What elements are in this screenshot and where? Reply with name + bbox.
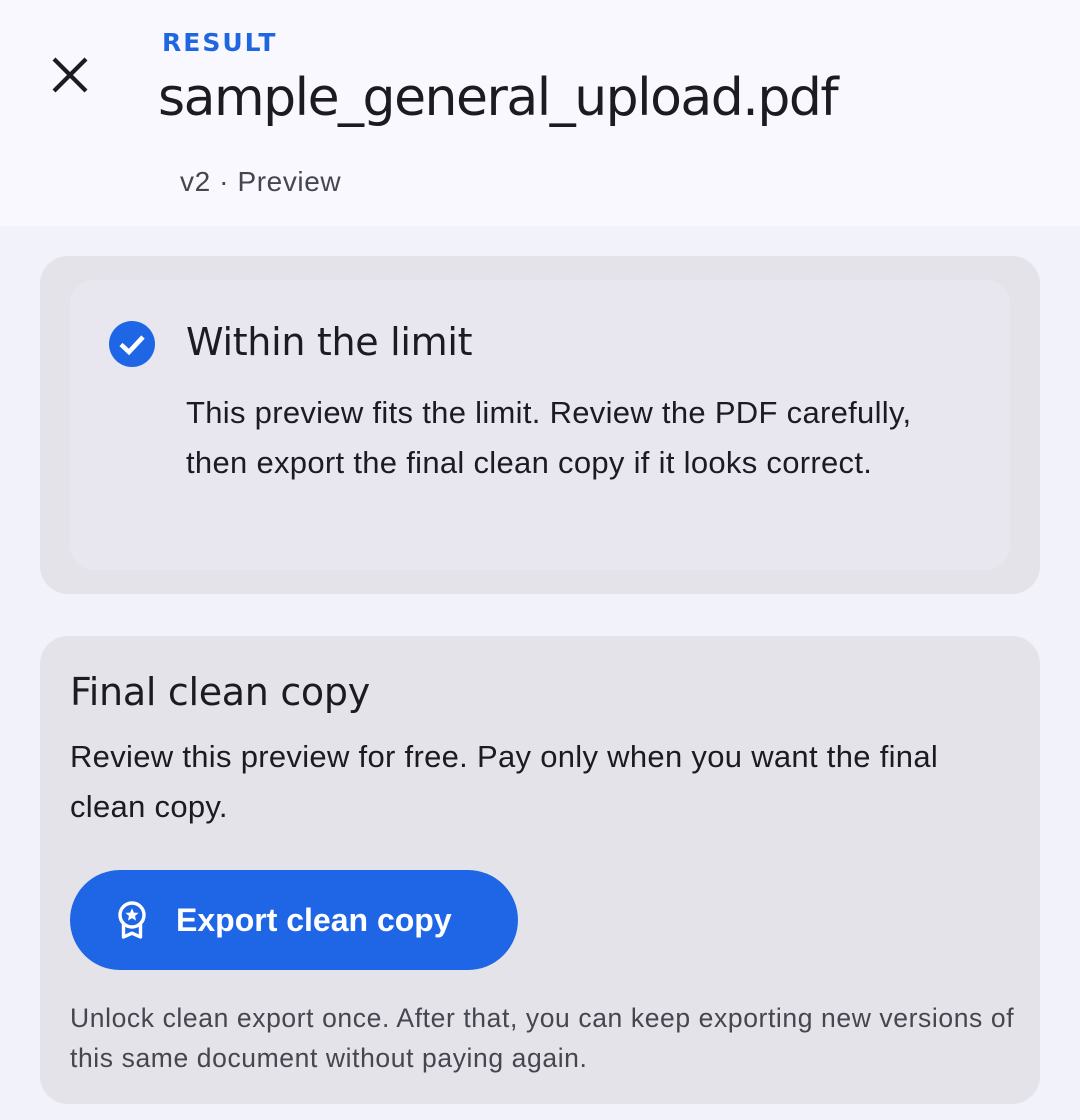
close-icon xyxy=(50,55,90,95)
export-card-title: Final clean copy xyxy=(70,670,370,714)
status-description: This preview fits the limit. Review the … xyxy=(186,395,912,480)
result-eyebrow: RESULT xyxy=(162,28,278,57)
status-title: Within the limit xyxy=(186,320,473,364)
export-note: Unlock clean export once. After that, yo… xyxy=(70,1003,1015,1073)
export-clean-copy-button[interactable]: Export clean copy xyxy=(70,870,518,970)
version-meta: v2 · Preview xyxy=(180,166,342,197)
award-icon xyxy=(114,900,150,940)
check-circle-icon xyxy=(108,320,156,368)
status-card: Within the limit This preview fits the l… xyxy=(40,256,1040,594)
export-button-label: Export clean copy xyxy=(176,902,452,938)
file-name-title: sample_general_upload.pdf xyxy=(158,68,839,128)
status-panel: Within the limit This preview fits the l… xyxy=(70,280,1010,570)
close-button[interactable] xyxy=(40,45,100,105)
export-card: Final clean copy Review this preview for… xyxy=(40,636,1040,1104)
app-bar: RESULT sample_general_upload.pdf v2 · Pr… xyxy=(0,0,1080,226)
export-card-description: Review this preview for free. Pay only w… xyxy=(70,739,939,824)
